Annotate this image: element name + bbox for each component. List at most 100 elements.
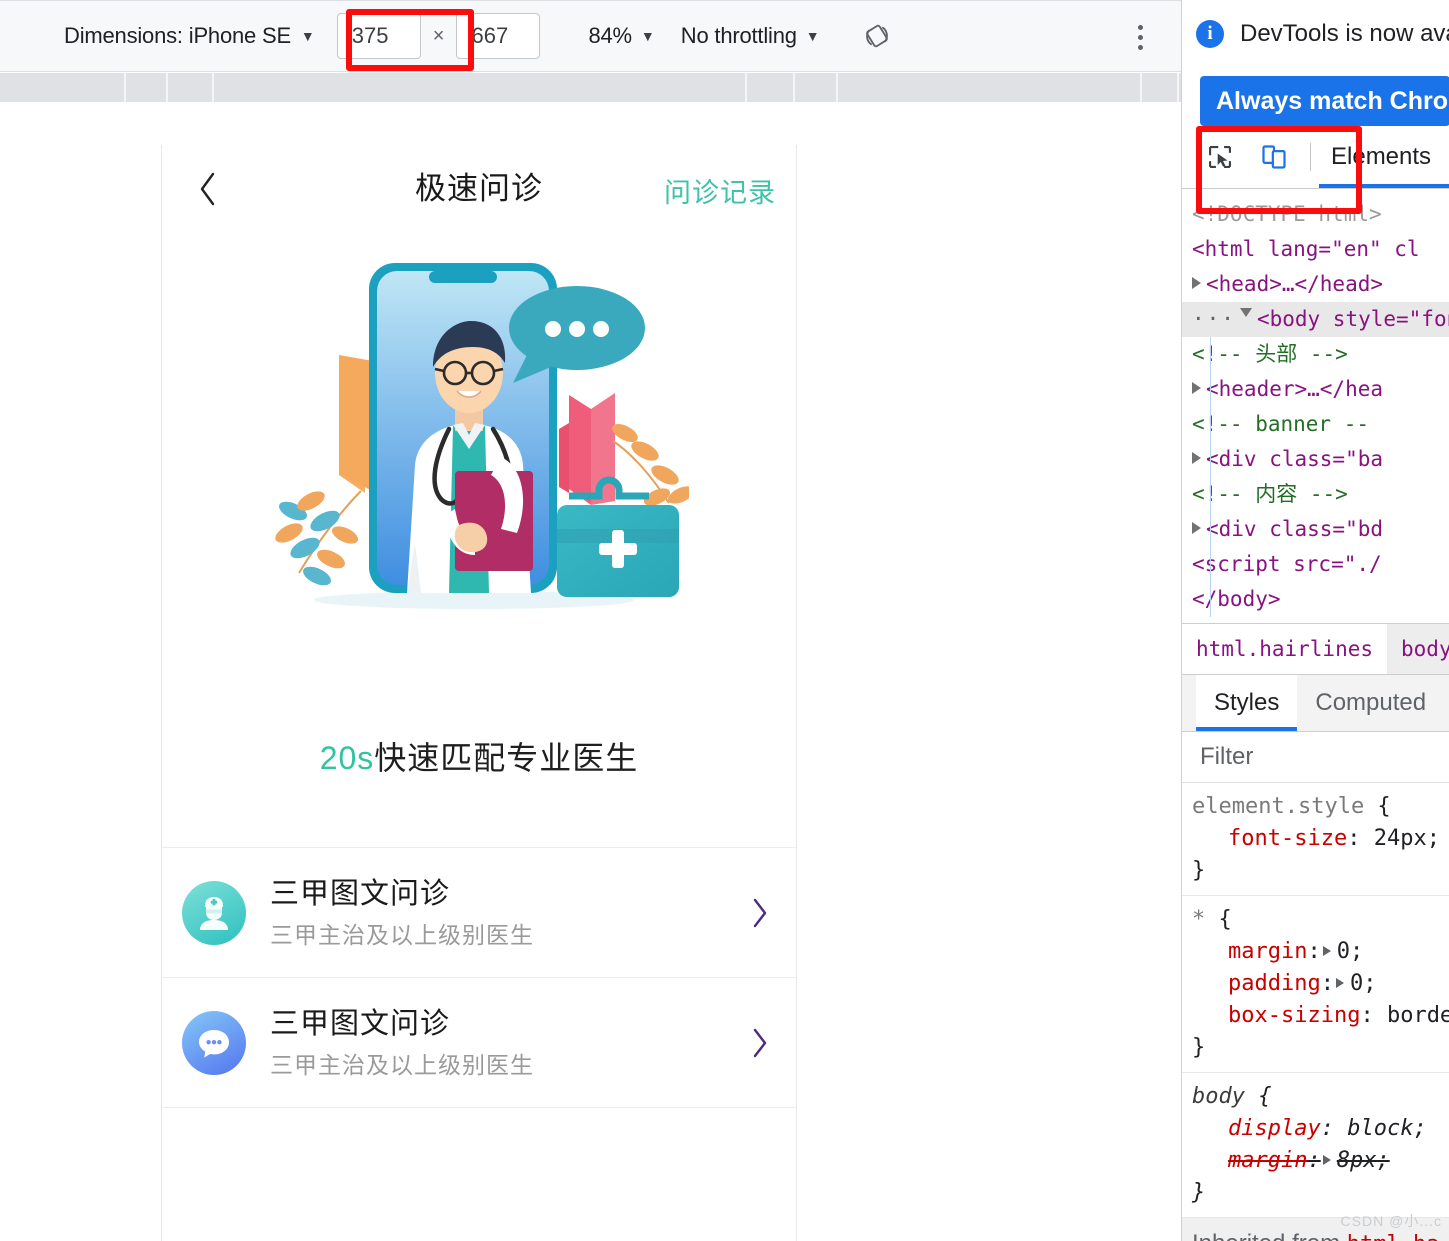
css-property-value[interactable]: block [1347,1116,1413,1141]
mobile-header: 极速问诊 问诊记录 [162,145,796,233]
network-throttling-select[interactable]: No throttling ▼ [681,23,820,49]
emulated-viewport[interactable]: 极速问诊 问诊记录 20s快速匹配专业医生 三甲图文问诊 三甲主治及以上级别医生… [0,102,1181,1241]
chat-bubble-icon [182,1010,246,1075]
mobile-page-frame: 极速问诊 问诊记录 20s快速匹配专业医生 三甲图文问诊 三甲主治及以上级别医生… [161,145,797,1241]
dom-node[interactable]: <div class="ba [1182,442,1449,477]
tree-guide-line [1210,477,1211,512]
css-rule-universal[interactable]: * { margin: 0; padding: 0; box-sizing: bor… [1182,896,1449,1073]
css-property-name[interactable]: box-sizing [1192,1003,1360,1028]
list-item-texts: 三甲图文问诊 三甲主治及以上级别医生 [270,876,534,950]
viewport-ruler-strip [0,73,1181,103]
rotate-device-icon[interactable] [860,19,894,53]
css-rule-element-style[interactable]: element.style { font-size: 24px; } [1182,783,1449,896]
expand-arrow-icon[interactable] [1192,382,1201,394]
dimensions-device-select[interactable]: Dimensions: iPhone SE ▼ [64,23,315,49]
expand-arrow-icon[interactable] [1322,1155,1331,1165]
collapse-arrow-icon[interactable] [1239,308,1252,323]
banner-caption: 20s快速匹配专业医生 [162,733,796,779]
online-doctor-consultation-illustration [275,263,689,609]
dimensions-separator: × [432,24,445,47]
banner-caption-rest: 快速匹配专业医生 [374,740,639,776]
css-property-value[interactable]: 0 [1337,939,1350,964]
expand-arrow-icon[interactable] [1192,452,1201,464]
dom-node-selected[interactable]: ··· <body style="fon [1182,302,1449,337]
css-property-name[interactable]: font-size [1192,826,1347,851]
banner-caption-highlight: 20s [319,740,375,776]
inherited-target: html.ha [1347,1232,1440,1241]
viewport-width-input[interactable]: 375 [336,13,421,59]
styles-filter-placeholder: Filter [1200,743,1254,770]
tree-guide-line [1210,372,1211,407]
device-emulation-toolbar: Dimensions: iPhone SE ▼ 375 × 667 84% ▼ … [0,0,1181,72]
css-property-name[interactable]: margin [1192,1148,1307,1173]
node-badge-ellipsis[interactable]: ··· [1192,307,1236,331]
css-selector: body [1192,1084,1245,1109]
css-property-value[interactable]: 0 [1350,971,1363,996]
styles-filter-input[interactable]: Filter [1182,732,1449,783]
css-property-name[interactable]: padding [1192,971,1321,996]
chevron-down-icon: ▼ [640,28,655,44]
breadcrumb-label: body [1401,637,1449,661]
css-property-name[interactable]: margin [1192,939,1307,964]
expand-arrow-icon[interactable] [1192,522,1201,534]
css-property-value[interactable]: 24px [1374,826,1427,851]
dom-node[interactable]: <head>…</head> [1182,267,1449,302]
tab-computed[interactable]: Computed [1297,675,1444,731]
list-item[interactable]: 三甲图文问诊 三甲主治及以上级别医生 [162,848,796,978]
dom-node-text: <script src="./ [1192,552,1382,576]
dom-node[interactable]: <!DOCTYPE html> [1182,197,1449,232]
dom-node-text: <html lang="en" cl [1192,237,1420,261]
css-rule-body-useragent[interactable]: body { display: block; margin: 8px; } [1182,1073,1449,1218]
chevron-down-icon: ▼ [300,28,315,44]
zoom-level-select[interactable]: 84% ▼ [588,23,654,49]
more-vertical-icon[interactable] [1125,19,1155,55]
toolbar-divider [1310,143,1311,171]
dom-node-text: <header>…</hea [1206,377,1384,401]
dom-node[interactable]: <!-- 内容 --> [1182,477,1449,512]
consultation-records-link[interactable]: 问诊记录 [664,171,776,210]
dom-node-text: <!DOCTYPE html> [1192,202,1382,226]
tab-elements[interactable]: Elements [1318,126,1449,188]
breadcrumb-item-html[interactable]: html.hairlines [1182,624,1388,674]
dom-node[interactable]: <!-- banner -- [1182,407,1449,442]
dom-tree[interactable]: <!DOCTYPE html> <html lang="en" cl <head… [1182,189,1449,623]
toggle-device-toolbar-icon[interactable] [1252,135,1296,179]
viewport-height-input[interactable]: 667 [456,13,541,59]
device-emulation-pane: Dimensions: iPhone SE ▼ 375 × 667 84% ▼ … [0,0,1181,1241]
mobile-banner: 20s快速匹配专业医生 [162,233,796,848]
breadcrumb-item-body[interactable]: body [1387,624,1449,674]
dimensions-label: Dimensions: iPhone SE [64,23,291,48]
tree-guide-line [1210,337,1211,372]
breadcrumb-label: html.hairlines [1196,637,1374,661]
throttling-label: No throttling [680,23,797,48]
css-property-name[interactable]: display [1192,1116,1321,1141]
dom-node-text: <!-- 内容 --> [1192,482,1348,506]
dom-node[interactable]: <script src="./ [1182,547,1449,582]
watermark: CSDN @小...c [1340,1213,1442,1229]
dom-node[interactable]: </body> [1182,582,1449,617]
expand-arrow-icon[interactable] [1335,978,1344,988]
chevron-down-icon: ▼ [805,28,820,44]
tree-guide-line [1210,547,1211,582]
dom-node[interactable]: <html lang="en" cl [1182,232,1449,267]
list-item[interactable]: 三甲图文问诊 三甲主治及以上级别医生 [162,978,796,1108]
mobile-page-empty-area [162,1108,796,1241]
css-property-value[interactable]: 8px [1337,1148,1377,1173]
chevron-right-icon[interactable] [750,1027,770,1064]
css-property-value[interactable]: borde [1387,1003,1449,1028]
expand-arrow-icon[interactable] [1192,277,1201,289]
dom-node[interactable]: <!-- 头部 --> [1182,337,1449,372]
expand-arrow-icon[interactable] [1322,946,1331,956]
inherited-prefix: Inherited from [1192,1230,1347,1241]
tree-guide-line [1210,407,1211,442]
inspect-element-icon[interactable] [1198,135,1242,179]
dom-node-text: <head>…</head> [1206,272,1384,296]
tab-styles[interactable]: Styles [1196,675,1298,731]
always-match-chrome-button[interactable]: Always match Chrome [1200,76,1449,126]
dom-node[interactable]: <div class="bd [1182,512,1449,547]
breadcrumb: html.hairlines body [1182,623,1449,674]
devtools-tabbar: Elements [1182,126,1449,189]
dom-node[interactable]: <header>…</hea [1182,372,1449,407]
styles-pane-tabs: Styles Computed [1182,674,1449,732]
chevron-right-icon[interactable] [750,897,770,934]
